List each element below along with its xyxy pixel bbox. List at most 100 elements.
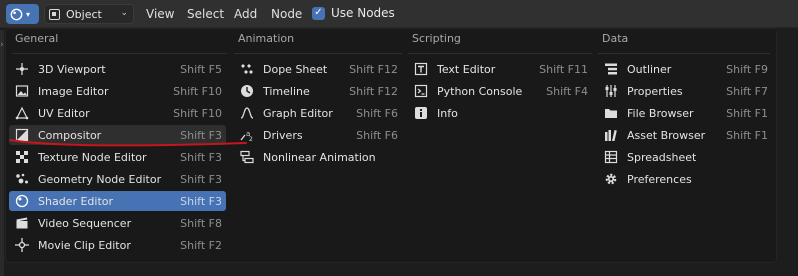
menu-add[interactable]: Add: [234, 7, 257, 21]
menu-item-spreadsheet[interactable]: Spreadsheet: [598, 147, 772, 167]
info-icon: [414, 106, 428, 120]
menu-item-timeline[interactable]: Timeline Shift F12: [234, 81, 402, 101]
menu-item-shortcut: Shift F6: [356, 128, 398, 142]
menu-item-label: Movie Clip Editor: [38, 238, 131, 252]
chevron-down-icon: ⌄: [120, 8, 128, 18]
nla-icon: [240, 150, 254, 164]
menu-item-asset-browser[interactable]: Asset Browser Shift F1: [598, 125, 772, 145]
outliner-icon: [604, 62, 618, 76]
object-icon: [49, 8, 60, 20]
editor-type-menu: General Animation Scripting Data 3D View…: [5, 28, 777, 263]
menu-item-shortcut: Shift F3: [180, 172, 222, 186]
properties-icon: [604, 84, 618, 98]
menu-item-shortcut: Shift F4: [546, 84, 588, 98]
movieclip-icon: [15, 238, 29, 252]
use-nodes-toggle[interactable]: ✓ Use Nodes: [312, 6, 395, 20]
chevron-right-icon[interactable]: ›: [0, 40, 4, 50]
menu-item-uv-editor[interactable]: UV Editor Shift F10: [9, 103, 226, 123]
menu-item-shortcut: Shift F3: [180, 150, 222, 164]
menu-item-nonlinear-animation[interactable]: Nonlinear Animation: [234, 147, 402, 167]
menu-item-label: Nonlinear Animation: [263, 150, 376, 164]
menu-item-shortcut: Shift F8: [180, 216, 222, 230]
text-icon: [414, 62, 428, 76]
geometry-icon: [15, 172, 29, 186]
column-title-scripting: Scripting: [412, 32, 461, 45]
checkbox-checked-icon[interactable]: ✓: [312, 6, 325, 20]
menu-item-shortcut: Shift F3: [180, 128, 222, 142]
menu-item-label: Properties: [627, 84, 683, 98]
texture-icon: [15, 150, 29, 164]
svg-text:2: 2: [249, 136, 253, 142]
sequencer-icon: [15, 216, 29, 230]
menu-item-info[interactable]: Info: [408, 103, 592, 123]
timeline-icon: [240, 84, 254, 98]
menu-item-shortcut: Shift F9: [726, 62, 768, 76]
preferences-icon: [604, 172, 618, 186]
compositor-icon: [15, 128, 29, 142]
divider: [12, 53, 227, 54]
menu-item-label: File Browser: [627, 106, 694, 120]
menu-item-geometry-node-editor[interactable]: Geometry Node Editor Shift F3: [9, 169, 226, 189]
menu-item-label: Timeline: [263, 84, 310, 98]
menu-item-shortcut: Shift F7: [726, 84, 768, 98]
menu-item-text-editor[interactable]: Text Editor Shift F11: [408, 59, 592, 79]
menu-item-file-browser[interactable]: File Browser Shift F1: [598, 103, 772, 123]
column-title-animation: Animation: [238, 32, 295, 45]
image-icon: [15, 84, 29, 98]
menu-item-graph-editor[interactable]: Graph Editor Shift F6: [234, 103, 402, 123]
chevron-down-icon: ▾: [26, 9, 31, 19]
menu-item-label: Outliner: [627, 62, 672, 76]
menu-item-shortcut: Shift F12: [349, 84, 398, 98]
menu-select[interactable]: Select: [187, 7, 224, 21]
menu-view[interactable]: View: [146, 7, 174, 21]
mode-select[interactable]: Object ⌄: [44, 4, 134, 24]
menu-item-label: Image Editor: [38, 84, 109, 98]
menu-item-shortcut: Shift F5: [180, 62, 222, 76]
menu-item-3d-viewport[interactable]: 3D Viewport Shift F5: [9, 59, 226, 79]
editor-type-button[interactable]: ▾: [6, 4, 39, 24]
divider: [234, 53, 402, 54]
menu-item-label: Info: [437, 106, 458, 120]
menu-item-compositor[interactable]: Compositor Shift F3: [9, 125, 226, 145]
menu-node[interactable]: Node: [271, 7, 302, 21]
column-title-general: General: [15, 32, 59, 45]
viewport-icon: [15, 62, 29, 76]
menu-item-movie-clip-editor[interactable]: Movie Clip Editor Shift F2: [9, 235, 226, 255]
shader-icon: [15, 194, 29, 208]
left-region-edge: [0, 30, 4, 276]
menu-item-shader-editor[interactable]: Shader Editor Shift F3: [9, 191, 226, 211]
menu-item-dope-sheet[interactable]: Dope Sheet Shift F12: [234, 59, 402, 79]
drivers-icon: a2: [240, 128, 254, 142]
menu-item-video-sequencer[interactable]: Video Sequencer Shift F8: [9, 213, 226, 233]
menu-item-texture-node-editor[interactable]: Texture Node Editor Shift F3: [9, 147, 226, 167]
menu-item-shortcut: Shift F1: [726, 106, 768, 120]
menu-item-label: UV Editor: [38, 106, 90, 120]
column-title-data: Data: [602, 32, 629, 45]
circle-icon: [10, 8, 23, 20]
menu-item-shortcut: Shift F12: [349, 62, 398, 76]
menu-item-shortcut: Shift F2: [180, 238, 222, 252]
menu-item-outliner[interactable]: Outliner Shift F9: [598, 59, 772, 79]
menu-item-label: Dope Sheet: [263, 62, 328, 76]
uv-icon: [15, 106, 29, 120]
menu-item-label: Spreadsheet: [627, 150, 697, 164]
menu-item-shortcut: Shift F3: [180, 194, 222, 208]
menu-item-python-console[interactable]: Python Console Shift F4: [408, 81, 592, 101]
header-bar: ▾ Object ⌄ View Select Add Node ✓ Use No…: [0, 0, 798, 28]
menu-item-label: Geometry Node Editor: [38, 172, 162, 186]
menu-item-shortcut: Shift F10: [173, 84, 222, 98]
menu-item-image-editor[interactable]: Image Editor Shift F10: [9, 81, 226, 101]
menu-item-label: Texture Node Editor: [38, 150, 147, 164]
divider: [408, 53, 592, 54]
menu-item-preferences[interactable]: Preferences: [598, 169, 772, 189]
menu-item-label: Compositor: [38, 128, 102, 142]
menu-item-properties[interactable]: Properties Shift F7: [598, 81, 772, 101]
menu-item-label: Text Editor: [437, 62, 496, 76]
filebrowser-icon: [604, 106, 618, 120]
menu-item-label: Shader Editor: [38, 194, 114, 208]
menu-item-label: Video Sequencer: [38, 216, 132, 230]
graph-icon: [240, 106, 254, 120]
menu-item-shortcut: Shift F6: [356, 106, 398, 120]
divider: [598, 53, 770, 54]
menu-item-drivers[interactable]: a2 Drivers Shift F6: [234, 125, 402, 145]
